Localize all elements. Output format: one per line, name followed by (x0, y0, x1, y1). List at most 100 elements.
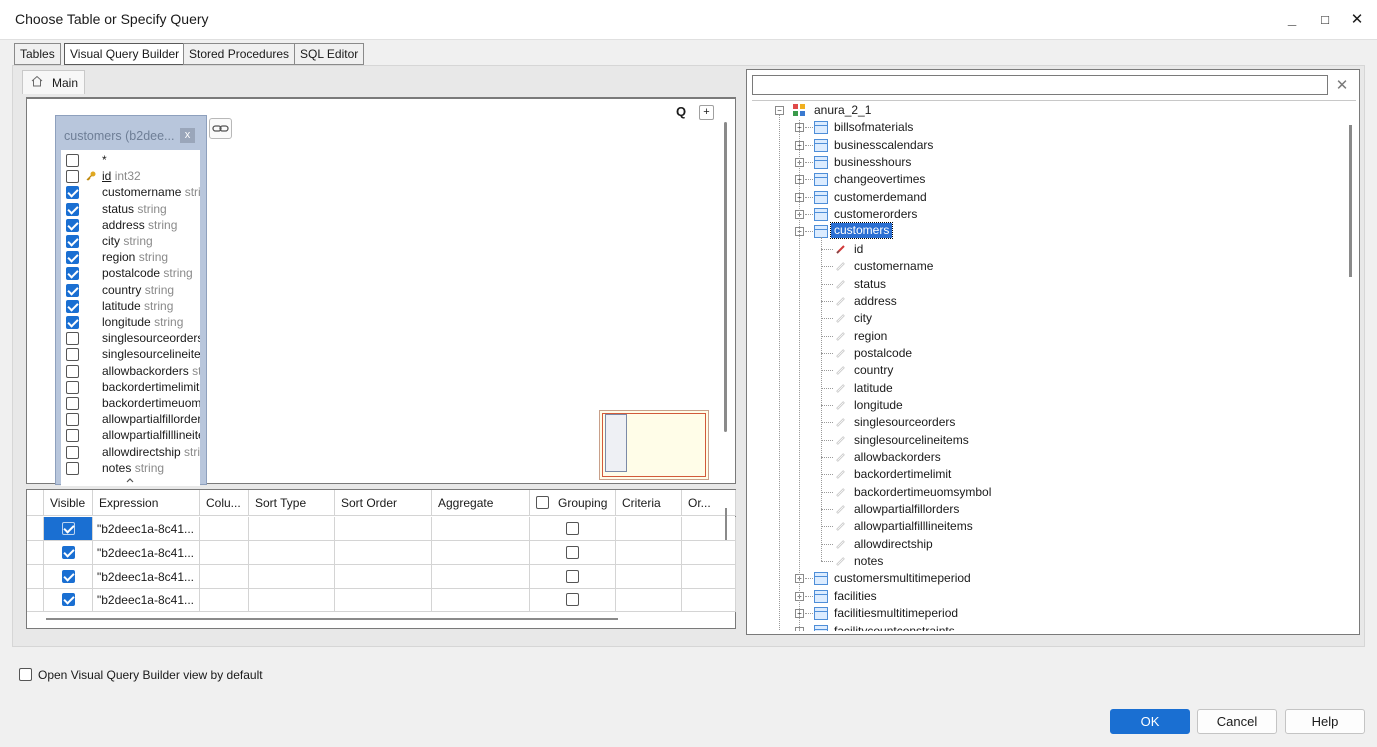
tree-table-item[interactable]: businesshours (834, 155, 911, 169)
tree-column-item[interactable]: allowdirectship (854, 537, 933, 551)
tree-column-item[interactable]: allowpartialfillorders (854, 502, 959, 516)
field-checkbox[interactable] (66, 267, 79, 281)
field-checkbox[interactable] (66, 461, 79, 475)
tree-table-item[interactable]: billsofmaterials (834, 120, 913, 134)
tree-table-item[interactable]: customerorders (834, 207, 917, 221)
grid-cell-column[interactable] (200, 564, 249, 589)
field-checkbox[interactable] (66, 283, 79, 297)
grid-horizontal-scrollbar[interactable] (46, 618, 618, 620)
grouping-checkbox[interactable] (566, 593, 579, 607)
tree-column-item[interactable]: backordertimeuomsymbol (854, 485, 991, 499)
field-checkbox[interactable] (66, 299, 79, 313)
grid-cell-or[interactable] (682, 564, 736, 589)
grid-cell-or[interactable] (682, 588, 736, 613)
tree-column-item[interactable]: allowpartialfilllineitems (854, 519, 973, 533)
table-field-row[interactable]: customername stri (61, 185, 200, 201)
grid-cell-or[interactable] (682, 540, 736, 565)
grid-cell-sort-type[interactable] (249, 564, 335, 589)
grid-header-criteria[interactable]: Criteria (616, 490, 682, 516)
grid-cell-sort-type[interactable] (249, 588, 335, 613)
default-view-checkbox[interactable] (19, 668, 32, 681)
tree-column-item[interactable]: customername (854, 259, 933, 273)
zoom-q-button[interactable]: Q (676, 104, 686, 119)
field-checkbox[interactable] (66, 348, 79, 362)
table-field-row[interactable]: notes string (61, 461, 200, 477)
table-field-row[interactable]: allowbackorders st (61, 364, 200, 380)
field-checkbox[interactable] (66, 364, 79, 378)
grid-cell-column[interactable] (200, 517, 249, 541)
grid-cell-expression[interactable]: "b2deec1a-8c41... (93, 588, 200, 613)
table-field-row[interactable]: id int32 (61, 169, 200, 185)
tree-column-item[interactable]: longitude (854, 398, 903, 412)
table-field-row[interactable]: city string (61, 234, 200, 250)
grid-vertical-scrollbar[interactable] (725, 508, 727, 540)
field-checkbox[interactable] (66, 316, 79, 329)
grid-cell-criteria[interactable] (616, 517, 682, 541)
tree-table-item[interactable]: facilitycountconstraints (834, 624, 955, 632)
field-checkbox[interactable] (66, 413, 79, 427)
table-field-row[interactable]: allowpartialfilllineite (61, 428, 200, 444)
clear-search-button[interactable]: ✕ (1333, 77, 1351, 95)
grid-cell-column[interactable] (200, 588, 249, 613)
table-field-row[interactable]: singlesourceorders (61, 331, 200, 347)
tree-column-item[interactable]: status (854, 277, 886, 291)
grid-cell-sort-order[interactable] (335, 517, 432, 541)
grid-header-sort-order[interactable]: Sort Order (335, 490, 432, 516)
table-field-row[interactable]: region string (61, 250, 200, 266)
grid-header-sort-type[interactable]: Sort Type (249, 490, 335, 516)
grouping-header-checkbox[interactable] (536, 496, 549, 509)
grid-cell-grouping[interactable] (530, 540, 616, 565)
table-box-close-button[interactable]: x (180, 128, 195, 143)
grid-cell-sort-type[interactable] (249, 517, 335, 541)
table-field-row[interactable]: status string (61, 202, 200, 218)
tree-column-item[interactable]: singlesourceorders (854, 415, 955, 429)
grid-cell-sort-order[interactable] (335, 588, 432, 613)
canvas-vertical-scrollbar[interactable] (724, 122, 727, 432)
grid-cell-aggregate[interactable] (432, 564, 530, 589)
visible-checkbox[interactable] (62, 569, 75, 583)
tree-column-item[interactable]: notes (854, 554, 883, 568)
subtab-main[interactable]: Main (22, 70, 85, 94)
close-button[interactable]: ✕ (1344, 8, 1370, 32)
tree-column-item[interactable]: city (854, 311, 872, 325)
field-checkbox[interactable] (66, 202, 79, 216)
table-field-row[interactable]: * (61, 153, 200, 169)
field-checkbox[interactable] (66, 186, 79, 200)
field-checkbox[interactable] (66, 218, 79, 232)
grid-cell-expression[interactable]: "b2deec1a-8c41... (93, 540, 200, 565)
canvas-minimap[interactable] (599, 410, 709, 480)
grid-cell-sort-type[interactable] (249, 540, 335, 565)
tree-table-item[interactable]: customerdemand (834, 190, 927, 204)
tree-table-item[interactable]: customersmultitimeperiod (834, 571, 971, 585)
table-field-row[interactable]: allowpartialfillorders (61, 412, 200, 428)
table-field-row[interactable]: address string (61, 218, 200, 234)
grid-cell-visible[interactable] (44, 540, 93, 565)
tree-column-item[interactable]: backordertimelimit (854, 467, 951, 481)
tree-column-item[interactable]: country (854, 363, 893, 377)
tree-root-label[interactable]: anura_2_1 (814, 103, 871, 117)
grid-cell-grouping[interactable] (530, 564, 616, 589)
grid-cell-aggregate[interactable] (432, 517, 530, 541)
grid-header-expression[interactable]: Expression (93, 490, 200, 516)
scroll-up-icon[interactable] (125, 477, 135, 483)
table-field-row[interactable]: postalcode string (61, 266, 200, 282)
grid-cell-aggregate[interactable] (432, 588, 530, 613)
table-field-row[interactable]: country string (61, 283, 200, 299)
grid-cell-grouping[interactable] (530, 517, 616, 541)
grid-cell-or[interactable] (682, 517, 736, 541)
tree-table-customers-selected[interactable]: customers (829, 222, 894, 240)
tree-column-item[interactable]: latitude (854, 381, 893, 395)
table-field-row[interactable]: allowdirectship stri (61, 445, 200, 461)
tree-table-item[interactable]: facilities (834, 589, 877, 603)
grid-header-grouping[interactable]: Grouping (530, 490, 616, 516)
visible-checkbox[interactable] (62, 593, 75, 607)
grouping-checkbox[interactable] (566, 569, 579, 583)
tree-column-item[interactable]: address (854, 294, 897, 308)
grid-cell-sort-order[interactable] (335, 564, 432, 589)
grid-header-column[interactable]: Colu... (200, 490, 249, 516)
zoom-in-button[interactable]: + (699, 105, 714, 120)
grid-header-or[interactable]: Or... (682, 490, 736, 516)
tree-column-item[interactable]: singlesourcelineitems (854, 433, 969, 447)
tab-sql-editor[interactable]: SQL Editor (294, 43, 365, 65)
collapse-toggle[interactable]: − (775, 106, 784, 115)
